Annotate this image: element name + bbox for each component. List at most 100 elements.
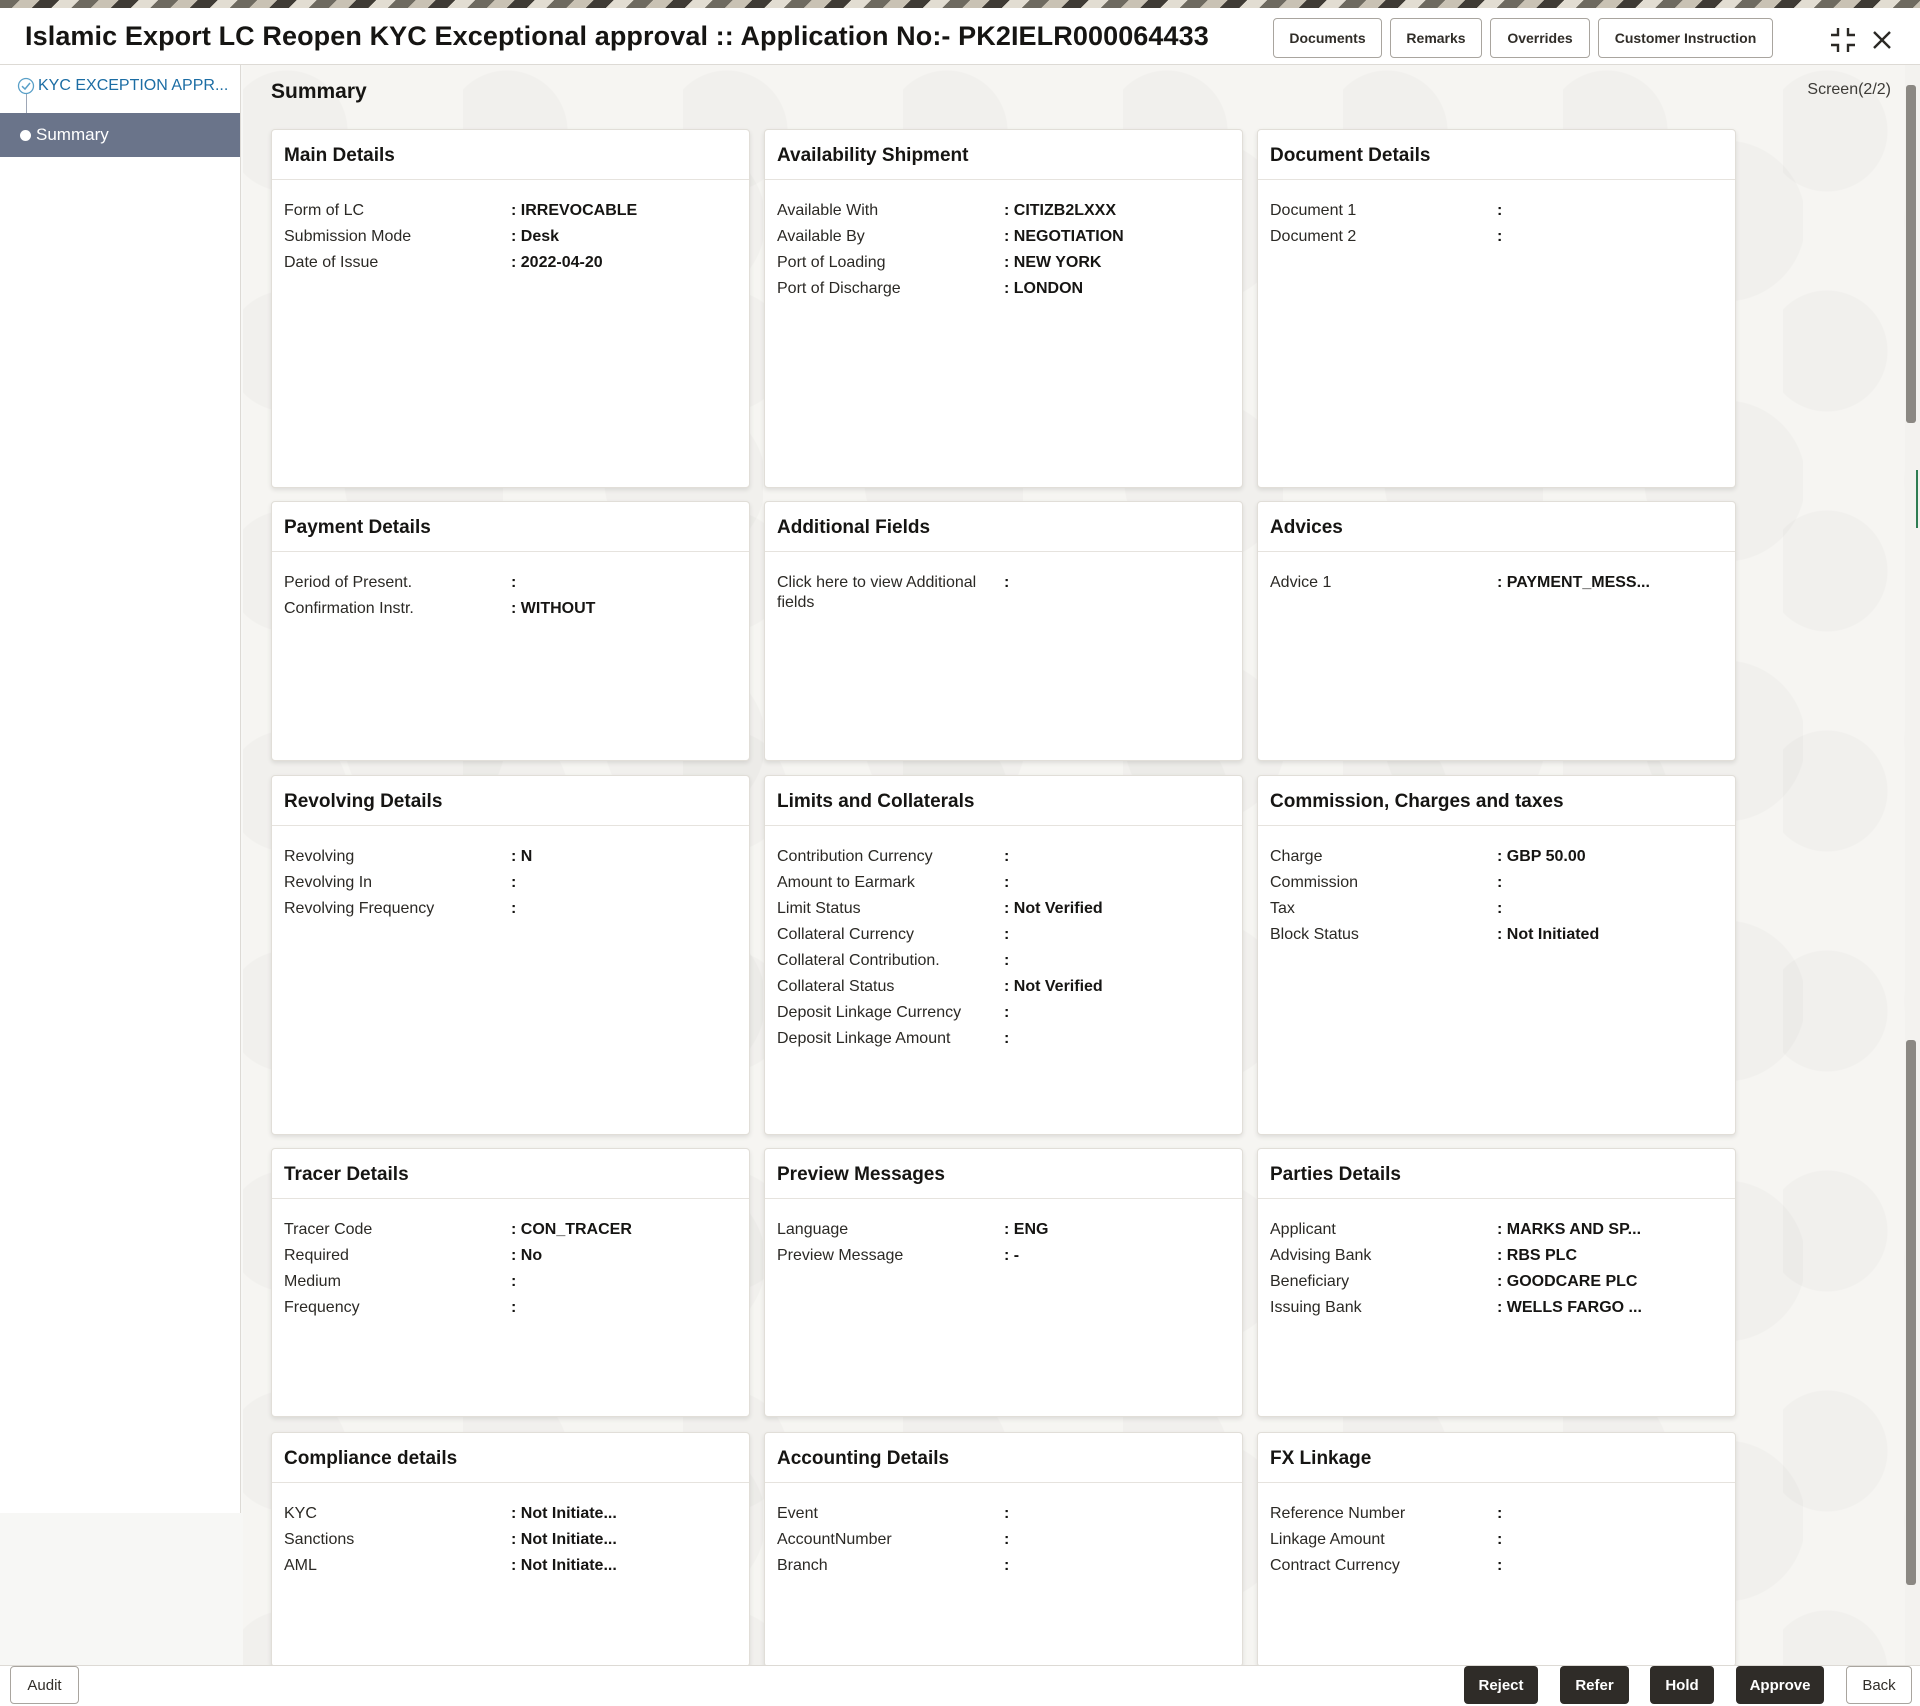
scrollbar-thumb[interactable] <box>1906 85 1916 423</box>
field-row: Collateral Contribution.: <box>777 948 1242 974</box>
documents-button[interactable]: Documents <box>1273 18 1382 58</box>
advices-card[interactable]: Advices Advice 1: PAYMENT_MESS... <box>1257 501 1736 761</box>
field-row: Period of Present.: <box>284 570 749 596</box>
field-value: : <box>1497 228 1503 245</box>
payment-details-card[interactable]: Payment Details Period of Present.: Confir… <box>271 501 750 761</box>
main-details-card[interactable]: Main Details Form of LC: IRREVOCABLE Submi… <box>271 129 750 488</box>
field-label: Linkage Amount <box>1270 1531 1385 1548</box>
field-row: Document 1: <box>1270 198 1735 224</box>
preview-messages-card[interactable]: Preview Messages Language: ENG Preview Mes… <box>764 1148 1243 1417</box>
sidebar-item-kyc-exception-approval[interactable]: KYC EXCEPTION APPR... <box>17 77 228 95</box>
field-value: : CITIZB2LXXX <box>1004 202 1117 219</box>
hold-button[interactable]: Hold <box>1650 1666 1714 1704</box>
tracer-details-card[interactable]: Tracer Details Tracer Code: CON_TRACER Req… <box>271 1148 750 1417</box>
field-value: : <box>1004 1030 1010 1047</box>
audit-button[interactable]: Audit <box>10 1666 79 1704</box>
field-label: Medium <box>284 1273 341 1290</box>
close-icon[interactable] <box>1869 27 1895 53</box>
card-title: Commission, Charges and taxes <box>1258 776 1735 826</box>
field-label: Deposit Linkage Amount <box>777 1030 951 1047</box>
field-value: : <box>1497 202 1503 219</box>
availability-shipment-card[interactable]: Availability Shipment Available With: CIT… <box>764 129 1243 488</box>
field-value: : LONDON <box>1004 280 1084 297</box>
collapse-icon[interactable] <box>1828 25 1858 55</box>
field-label: Document 2 <box>1270 228 1357 245</box>
approve-button[interactable]: Approve <box>1736 1666 1824 1704</box>
sidebar-item-summary[interactable]: Summary <box>0 113 240 157</box>
remarks-button[interactable]: Remarks <box>1390 18 1482 58</box>
card-title: Preview Messages <box>765 1149 1242 1199</box>
field-value: : <box>1497 1531 1503 1548</box>
field-label: Available By <box>777 228 865 245</box>
field-value: : <box>511 874 517 891</box>
field-label: Advice 1 <box>1270 574 1332 591</box>
limits-and-collaterals-card[interactable]: Limits and Collaterals Contribution Curre… <box>764 775 1243 1135</box>
field-row: Tracer Code: CON_TRACER <box>284 1217 749 1243</box>
field-label: Document 1 <box>1270 202 1357 219</box>
field-row: Reference Number: <box>1270 1501 1735 1527</box>
field-label: Confirmation Instr. <box>284 600 414 617</box>
additional-fields-card[interactable]: Additional Fields Click here to view Addi… <box>764 501 1243 761</box>
field-row: Commission: <box>1270 870 1735 896</box>
field-value: : <box>1004 1531 1010 1548</box>
field-label: AML <box>284 1557 317 1574</box>
refer-button[interactable]: Refer <box>1560 1666 1629 1704</box>
field-row: Event: <box>777 1501 1242 1527</box>
field-row: Contract Currency: <box>1270 1553 1735 1579</box>
back-button[interactable]: Back <box>1846 1666 1912 1704</box>
field-label: Limit Status <box>777 900 861 917</box>
field-value: : Not Initiate... <box>511 1531 617 1548</box>
field-row: Branch: <box>777 1553 1242 1579</box>
field-row: Frequency: <box>284 1295 749 1321</box>
field-row: Revolving In: <box>284 870 749 896</box>
field-row: Amount to Earmark: <box>777 870 1242 896</box>
field-row: Deposit Linkage Currency: <box>777 1000 1242 1026</box>
field-label: Revolving Frequency <box>284 900 435 917</box>
scroll-indicator <box>1916 470 1918 528</box>
parties-details-card[interactable]: Parties Details Applicant: MARKS AND SP..… <box>1257 1148 1736 1417</box>
card-fields: Available With: CITIZB2LXXX Available By:… <box>765 180 1242 302</box>
customer-instruction-button[interactable]: Customer Instruction <box>1598 18 1773 58</box>
field-label: Revolving <box>284 848 355 865</box>
compliance-details-card[interactable]: Compliance details KYC: Not Initiate... Sa… <box>271 1432 750 1667</box>
revolving-details-card[interactable]: Revolving Details Revolving: N Revolving I… <box>271 775 750 1135</box>
field-label: Language <box>777 1221 849 1238</box>
overrides-button[interactable]: Overrides <box>1490 18 1590 58</box>
field-value: : No <box>511 1247 543 1264</box>
field-value: : N <box>511 848 533 865</box>
field-row: Document 2: <box>1270 224 1735 250</box>
accounting-details-card[interactable]: Accounting Details Event: AccountNumber: Br… <box>764 1432 1243 1667</box>
field-value: : NEGOTIATION <box>1004 228 1124 245</box>
field-value: : <box>1004 952 1010 969</box>
action-footer <box>0 1665 1920 1706</box>
field-row: Issuing Bank: WELLS FARGO ... <box>1270 1295 1735 1321</box>
screen-indicator: Screen(2/2) <box>1807 81 1891 98</box>
sidebar-item-label: Summary <box>36 125 109 144</box>
top-decorative-strip <box>0 0 1920 8</box>
field-row: Tax: <box>1270 896 1735 922</box>
field-value: : ENG <box>1004 1221 1049 1238</box>
field-label: Charge <box>1270 848 1323 865</box>
field-label: Collateral Currency <box>777 926 914 943</box>
field-row: Available By : NEGOTIATION <box>777 224 1242 250</box>
field-label: Revolving In <box>284 874 373 891</box>
field-row: Linkage Amount: <box>1270 1527 1735 1553</box>
field-value: : GBP 50.00 <box>1497 848 1586 865</box>
field-row: Collateral Currency: <box>777 922 1242 948</box>
field-value: : <box>1004 1505 1010 1522</box>
field-label: Amount to Earmark <box>777 874 915 891</box>
card-title: Parties Details <box>1258 1149 1735 1199</box>
field-row: Click here to view Additional fields: <box>777 570 1242 613</box>
fx-linkage-card[interactable]: FX Linkage Reference Number: Linkage Amoun… <box>1257 1432 1736 1667</box>
field-value: : Not Initiate... <box>511 1505 617 1522</box>
commission-charges-and-taxes-card[interactable]: Commission, Charges and taxes Charge : GBP… <box>1257 775 1736 1135</box>
field-label: Reference Number <box>1270 1505 1406 1522</box>
scrollbar-thumb[interactable] <box>1906 1040 1916 1585</box>
card-title: Advices <box>1258 502 1735 552</box>
card-fields: Tracer Code: CON_TRACER Required: No Mediu… <box>272 1199 749 1321</box>
field-value: : NEW YORK <box>1004 254 1102 271</box>
field-row: Sanctions: Not Initiate... <box>284 1527 749 1553</box>
reject-button[interactable]: Reject <box>1464 1666 1538 1704</box>
card-title: Document Details <box>1258 130 1735 180</box>
document-details-card[interactable]: Document Details Document 1: Document 2: <box>1257 129 1736 488</box>
